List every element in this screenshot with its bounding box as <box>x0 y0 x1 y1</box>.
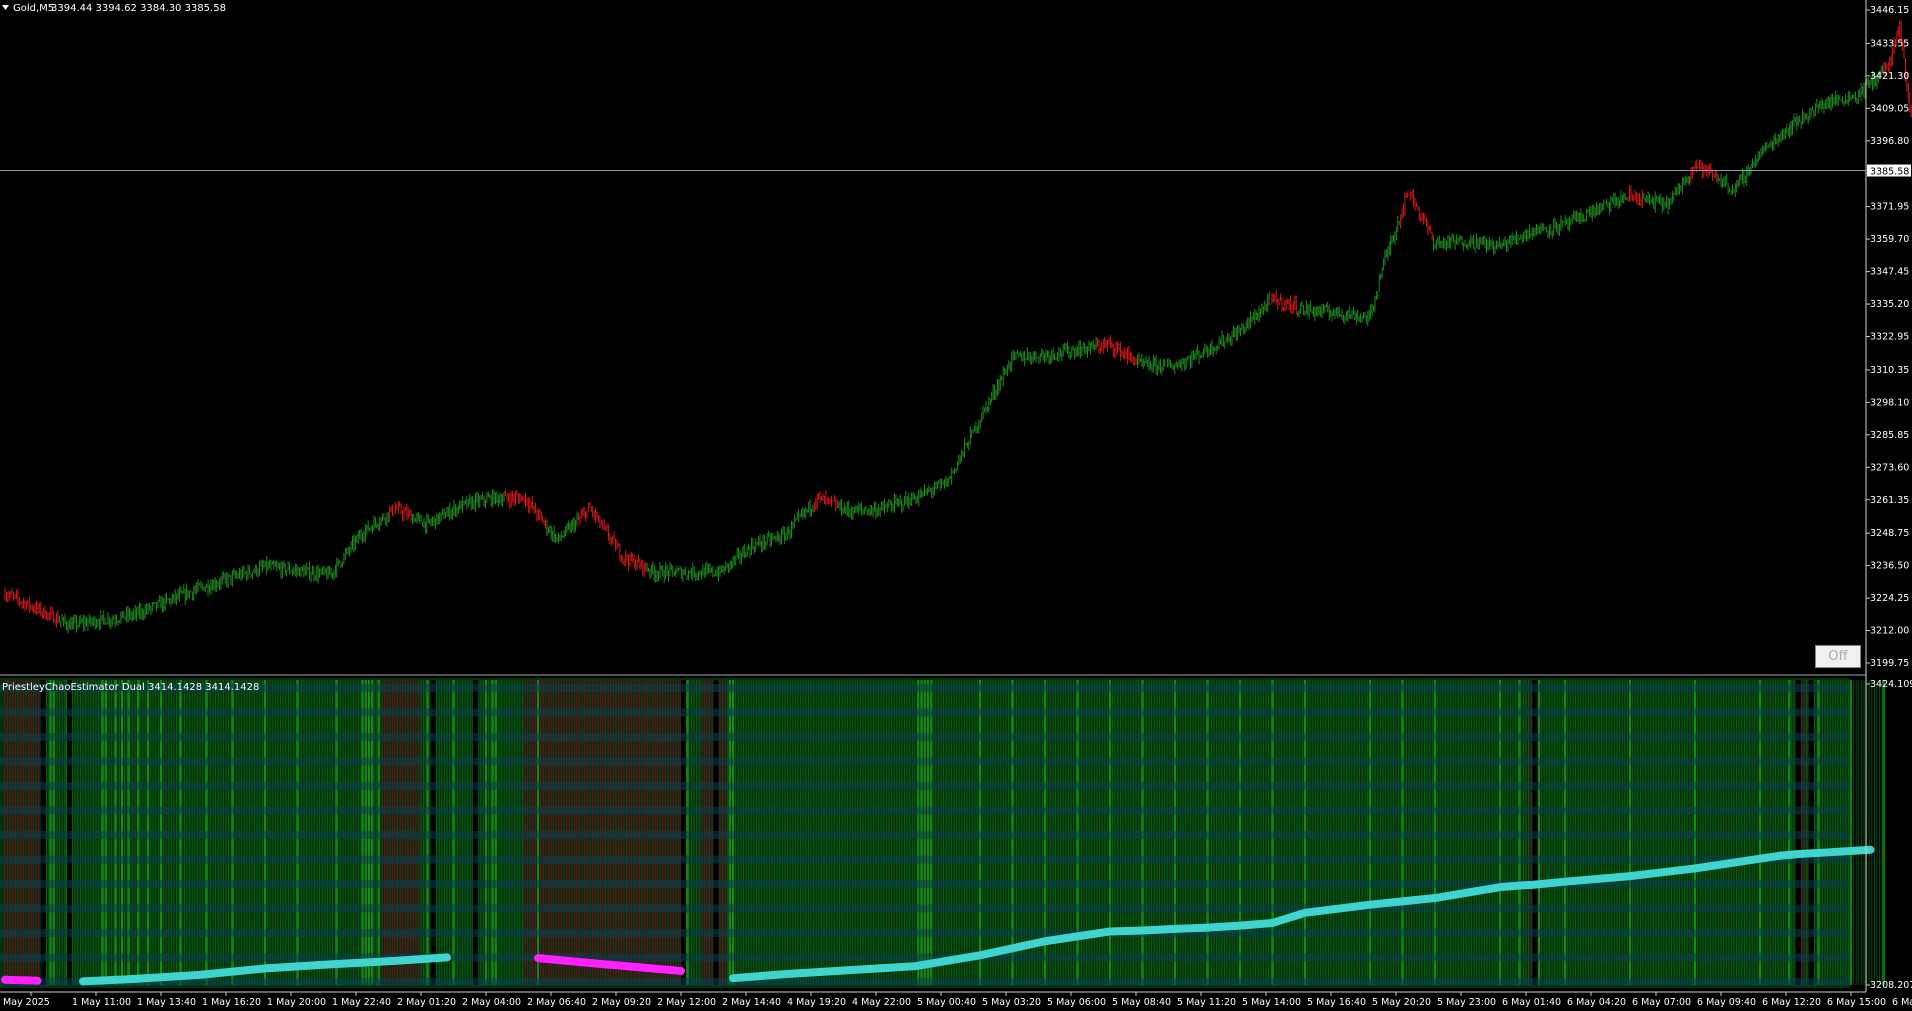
price-tick-label: 3212.00 <box>1870 626 1909 637</box>
price-tick-label: 3396.80 <box>1870 136 1909 147</box>
price-tick-label: 3335.20 <box>1870 299 1909 310</box>
time-tick-label: 1 May 20:00 <box>267 997 326 1008</box>
chart-header: Gold,M5 3394.44 3394.62 3384.30 3385.58 <box>2 3 226 14</box>
time-tick-label: 6 May 12:20 <box>1762 997 1821 1008</box>
ohlc-values: 3394.44 3394.62 3384.30 3385.58 <box>51 3 226 14</box>
oscillator-band <box>0 831 1850 839</box>
time-tick-label: 4 May 22:00 <box>852 997 911 1008</box>
oscillator-band <box>0 929 1850 937</box>
time-tick-label: 5 May 23:00 <box>1437 997 1496 1008</box>
price-tick-label: 3248.75 <box>1870 528 1909 539</box>
oscillator-band <box>0 782 1850 790</box>
time-tick-label: 6 May 15:00 <box>1827 997 1886 1008</box>
oscillator-band <box>0 806 1850 815</box>
price-tick-label: 3310.35 <box>1870 365 1909 376</box>
price-tick-label: 3199.75 <box>1870 658 1909 669</box>
time-tick-label: May 2025 <box>3 997 50 1008</box>
price-tick-label: 3409.05 <box>1870 103 1909 114</box>
price-tick-label: 3285.85 <box>1870 430 1909 441</box>
oscillator-band <box>0 757 1850 766</box>
price-tick-label: 3236.50 <box>1870 561 1909 572</box>
oscillator-band <box>0 904 1850 913</box>
indicator-pane[interactable] <box>0 678 1886 988</box>
time-tick-label: 6 May 09:40 <box>1697 997 1756 1008</box>
time-tick-label: 5 May 14:00 <box>1242 997 1301 1008</box>
time-tick-label: 2 May 12:00 <box>657 997 716 1008</box>
time-tick-label: 1 May 13:40 <box>137 997 196 1008</box>
current-price-label: 3385.58 <box>1870 167 1909 178</box>
price-tick-label: 3224.25 <box>1870 593 1909 604</box>
off-button[interactable]: Off <box>1815 645 1861 668</box>
down-estimator-line <box>1 975 42 985</box>
price-tick-label: 3359.70 <box>1870 234 1909 245</box>
time-tick-label: 6 May 04:20 <box>1567 997 1626 1008</box>
indicator-tick-label: 3424.1094 <box>1870 679 1912 690</box>
time-tick-label: 2 May 01:20 <box>397 997 456 1008</box>
price-tick-label: 3298.10 <box>1870 397 1909 408</box>
time-tick-label: 2 May 04:00 <box>462 997 521 1008</box>
price-tick-label: 3371.95 <box>1870 202 1909 213</box>
time-tick-label: 4 May 19:20 <box>787 997 846 1008</box>
time-tick-label: 2 May 06:40 <box>527 997 586 1008</box>
price-tick-label: 3261.35 <box>1870 495 1909 506</box>
oscillator-background <box>0 678 1886 988</box>
time-tick-label: 6 May 18:40 <box>1892 997 1912 1008</box>
time-tick-label: 1 May 16:20 <box>202 997 261 1008</box>
chart-canvas[interactable]: 3446.153433.553421.303409.053396.803384.… <box>0 0 1912 1011</box>
price-tick-label: 3322.95 <box>1870 332 1909 343</box>
oscillator-band <box>0 708 1850 717</box>
oscillator-band <box>0 733 1850 741</box>
time-tick-label: 6 May 07:00 <box>1632 997 1691 1008</box>
price-tick-label: 3433.55 <box>1870 38 1909 49</box>
time-tick-label: 5 May 20:20 <box>1372 997 1431 1008</box>
time-tick-label: 5 May 16:40 <box>1307 997 1366 1008</box>
time-tick-label: 5 May 03:20 <box>982 997 1041 1008</box>
time-tick-label: 2 May 14:40 <box>722 997 781 1008</box>
oscillator-band <box>0 978 1850 986</box>
time-tick-label: 5 May 06:00 <box>1047 997 1106 1008</box>
oscillator-band <box>0 684 1850 692</box>
time-tick-label: 5 May 08:40 <box>1112 997 1171 1008</box>
oscillator-band <box>0 953 1850 962</box>
price-axis[interactable]: 3446.153433.553421.303409.053396.803384.… <box>1866 5 1911 669</box>
oscillator-band <box>0 855 1850 864</box>
price-tick-label: 3273.60 <box>1870 462 1909 473</box>
price-tick-label: 3446.15 <box>1870 5 1909 16</box>
symbol-label: Gold,M5 <box>13 3 54 14</box>
time-tick-label: 1 May 22:40 <box>332 997 391 1008</box>
indicator-title: PriestleyChaoEstimator Dual 3414.1428 34… <box>2 682 259 693</box>
time-tick-label: 5 May 00:40 <box>917 997 976 1008</box>
price-tick-label: 3347.45 <box>1870 267 1909 278</box>
time-tick-label: 2 May 09:20 <box>592 997 651 1008</box>
time-tick-label: 6 May 01:40 <box>1502 997 1561 1008</box>
time-tick-label: 5 May 11:20 <box>1177 997 1236 1008</box>
indicator-tick-label: 3208.207 <box>1870 980 1912 991</box>
price-tick-label: 3421.30 <box>1870 71 1909 82</box>
time-tick-label: 1 May 11:00 <box>72 997 131 1008</box>
